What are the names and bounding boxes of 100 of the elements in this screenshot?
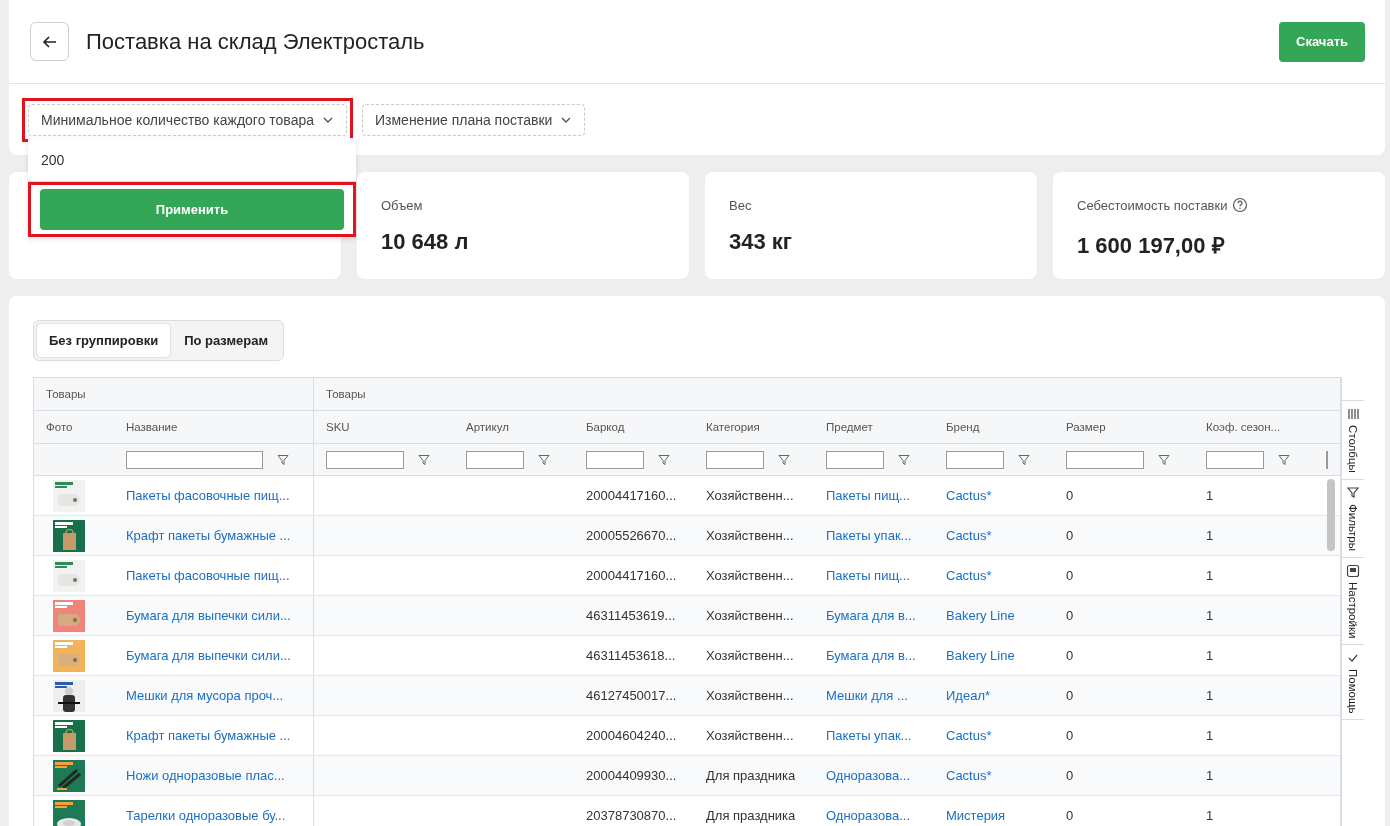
product-link[interactable]: Одноразова... (826, 808, 910, 823)
stat-value: 343 кг (729, 229, 793, 255)
column-header: Артикул (466, 421, 509, 433)
filter-field[interactable] (126, 450, 263, 469)
filter-field[interactable] (1066, 450, 1144, 469)
column-header: Предмет (826, 421, 873, 433)
table-cell: 0 (1066, 608, 1074, 623)
product-link[interactable]: Мешки для мусора проч... (126, 688, 284, 703)
table-cell: 0 (1066, 728, 1074, 743)
filter-field[interactable] (326, 450, 404, 469)
filter-icon (1278, 453, 1290, 466)
filter-icon (277, 453, 289, 466)
filter-icon (1018, 453, 1030, 466)
product-link[interactable]: Cactus* (946, 568, 992, 583)
filter-field[interactable] (946, 450, 1004, 469)
product-link[interactable]: Тарелки одноразовые бу... (126, 808, 286, 823)
product-link[interactable]: Пакеты упак... (826, 728, 912, 743)
product-link[interactable]: Ножи одноразовые плас... (126, 768, 285, 783)
filter-field[interactable] (466, 450, 524, 469)
table-cell: Хозяйственн... (706, 528, 794, 543)
table-cell: 46127450017... (586, 688, 677, 703)
table-cell: 20378730870... (586, 808, 677, 823)
table-cell: 0 (1066, 568, 1074, 583)
stat-value: 1 600 197,00 ₽ (1077, 232, 1226, 259)
download-button[interactable]: Скачать (1279, 21, 1365, 62)
table-cell: 1 (1206, 568, 1214, 583)
filter-field[interactable] (1206, 450, 1264, 469)
product-link[interactable]: Бумага для в... (826, 608, 916, 623)
product-link[interactable]: Бумага для выпечки сили... (126, 608, 291, 623)
back-button[interactable] (30, 22, 69, 61)
columns-icon (1346, 407, 1360, 421)
table-cell: Хозяйственн... (706, 648, 794, 663)
product-link[interactable]: Пакеты пищ... (826, 568, 910, 583)
table-cell: 1 (1206, 608, 1214, 623)
apply-button[interactable]: Применить (40, 189, 344, 230)
table-cell: 20005526670... (586, 528, 677, 543)
column-header: Размер (1066, 421, 1106, 433)
product-link[interactable]: Пакеты пищ... (826, 488, 910, 503)
filter-dropdown[interactable]: Изменение плана поставки (362, 104, 586, 136)
product-link[interactable]: Bakery Line (946, 608, 1015, 623)
product-link[interactable]: Мистерия (946, 808, 1006, 823)
column-group-header: Товары (326, 388, 366, 400)
table-cell: 46311453618... (586, 648, 676, 663)
table-cell: Хозяйственн... (706, 568, 794, 583)
grouping-tab[interactable]: Без группировки (37, 324, 171, 357)
table-cell: Для праздника (706, 768, 796, 783)
filter-field[interactable] (586, 450, 644, 469)
page-title: Поставка на склад Электросталь (86, 28, 426, 55)
product-link[interactable]: Cactus* (946, 768, 992, 783)
filter-icon (658, 453, 670, 466)
table-cell: 0 (1066, 768, 1074, 783)
table-cell: 0 (1066, 808, 1074, 823)
table-cell: 1 (1206, 808, 1214, 823)
product-link[interactable]: Идеал* (946, 688, 991, 703)
product-link[interactable]: Пакеты фасовочные пищ... (126, 568, 290, 583)
value-field[interactable]: 200 (28, 138, 356, 182)
table-cell: 0 (1066, 648, 1074, 663)
stat-label: Себестоимость поставки (1077, 197, 1228, 213)
product-link[interactable]: Пакеты фасовочные пищ... (126, 488, 290, 503)
table-cell: Для праздника (706, 808, 796, 823)
table-cell: 20004417160... (586, 488, 677, 503)
product-link[interactable]: Крафт пакеты бумажные ... (126, 528, 291, 543)
product-link[interactable]: Bakery Line (946, 648, 1015, 663)
column-header: Название (126, 421, 178, 433)
product-link[interactable]: Cactus* (946, 488, 992, 503)
table-cell: 1 (1206, 488, 1214, 503)
filter-icon (1346, 485, 1360, 500)
table-cell: 1 (1206, 728, 1214, 743)
filter-dropdown[interactable]: Минимальное количество каждого товара (28, 104, 347, 136)
column-header: Фото (46, 421, 73, 433)
table-cell: Хозяйственн... (706, 728, 794, 743)
settings-icon (1346, 563, 1360, 578)
stat-label: Вес (729, 197, 752, 213)
product-link[interactable]: Крафт пакеты бумажные ... (126, 728, 291, 743)
table-cell: 0 (1066, 688, 1074, 703)
table-cell: 1 (1206, 648, 1214, 663)
filter-icon (898, 453, 910, 466)
table-cell: 1 (1206, 688, 1214, 703)
filter-icon (418, 453, 430, 466)
table-cell: 20004409930... (586, 768, 677, 783)
column-group-header: Товары (46, 388, 86, 400)
product-link[interactable]: Одноразова... (826, 768, 910, 783)
table-cell: 20004417160... (586, 568, 677, 583)
stat-label: Объем (381, 197, 423, 213)
product-link[interactable]: Мешки для ... (826, 688, 908, 703)
product-link[interactable]: Cactus* (946, 528, 992, 543)
table-cell: 0 (1066, 488, 1074, 503)
product-link[interactable]: Бумага для в... (826, 648, 916, 663)
grouping-tab[interactable]: По размерам (172, 324, 281, 357)
filter-field[interactable] (826, 450, 884, 469)
product-link[interactable]: Пакеты упак... (826, 528, 912, 543)
table-cell: Хозяйственн... (706, 488, 794, 503)
product-link[interactable]: Бумага для выпечки сили... (126, 648, 291, 663)
column-header: Баркод (586, 421, 625, 433)
scrollbar-thumb[interactable] (1327, 479, 1335, 551)
column-header: SKU (326, 421, 350, 433)
table-cell: 20004604240... (586, 728, 677, 743)
table-cell: 1 (1206, 528, 1214, 543)
filter-field[interactable] (706, 450, 764, 469)
product-link[interactable]: Cactus* (946, 728, 992, 743)
